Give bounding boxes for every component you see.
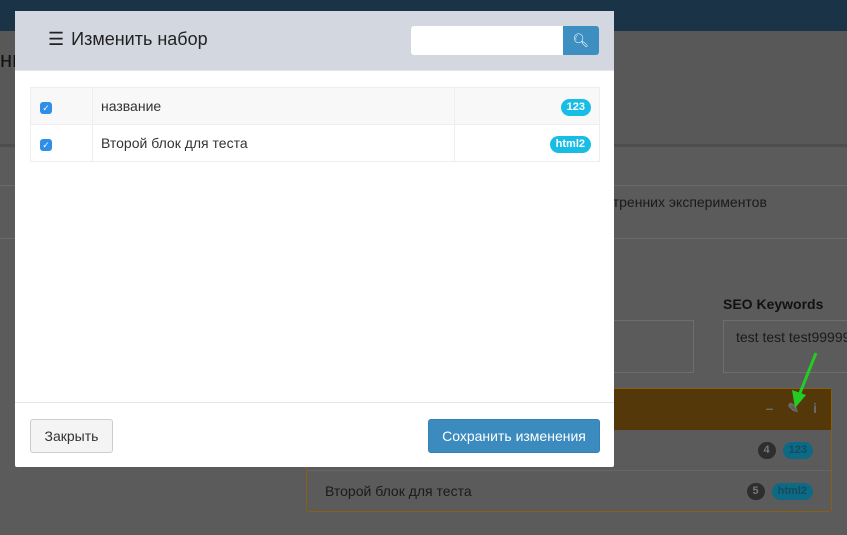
tag-badge: 123 (782, 442, 813, 459)
description-text: нутренних экспериментов (598, 194, 767, 210)
tag-badge: html2 (549, 135, 591, 153)
block-name: название (92, 87, 455, 125)
seo-keywords-label: SEO Keywords (723, 296, 824, 312)
search-icon: 🔍︎ (572, 32, 590, 48)
table-row[interactable]: ✓ Второй блок для теста html2 (30, 124, 600, 162)
close-button[interactable]: Закрыть (30, 419, 113, 453)
search-button[interactable]: 🔍︎ (563, 26, 599, 55)
edit-set-modal: ☰ Изменить набор 🔍︎ ✓ название 123 ✓ Вто… (15, 11, 614, 467)
table-row[interactable]: ✓ название 123 (30, 87, 600, 125)
row-label: Второй блок для теста (325, 483, 472, 499)
modal-header: ☰ Изменить набор 🔍︎ (15, 11, 614, 71)
modal-title: Изменить набор (71, 29, 208, 49)
search-group: 🔍︎ (411, 26, 599, 55)
block-name: Второй блок для теста (92, 124, 455, 162)
tag-badge: html2 (771, 483, 813, 500)
search-input[interactable] (411, 26, 563, 55)
seo-keywords-textarea[interactable]: test test test99999 (723, 320, 847, 373)
tag-badge: 123 (560, 98, 591, 116)
modal-footer: Закрыть Сохранить изменения (15, 402, 614, 467)
save-button[interactable]: Сохранить изменения (428, 419, 600, 453)
minimize-icon[interactable]: – (766, 400, 774, 417)
panel-row[interactable]: Второй блок для теста 5 html2 (307, 471, 831, 512)
checkbox[interactable]: ✓ (40, 139, 52, 151)
count-badge: 5 (746, 483, 765, 500)
checkbox[interactable]: ✓ (40, 102, 52, 114)
annotation-arrow-icon (792, 352, 818, 408)
blocks-table: ✓ название 123 ✓ Второй блок для теста h… (30, 87, 600, 162)
count-badge: 4 (757, 442, 776, 459)
list-icon: ☰ (48, 29, 65, 49)
